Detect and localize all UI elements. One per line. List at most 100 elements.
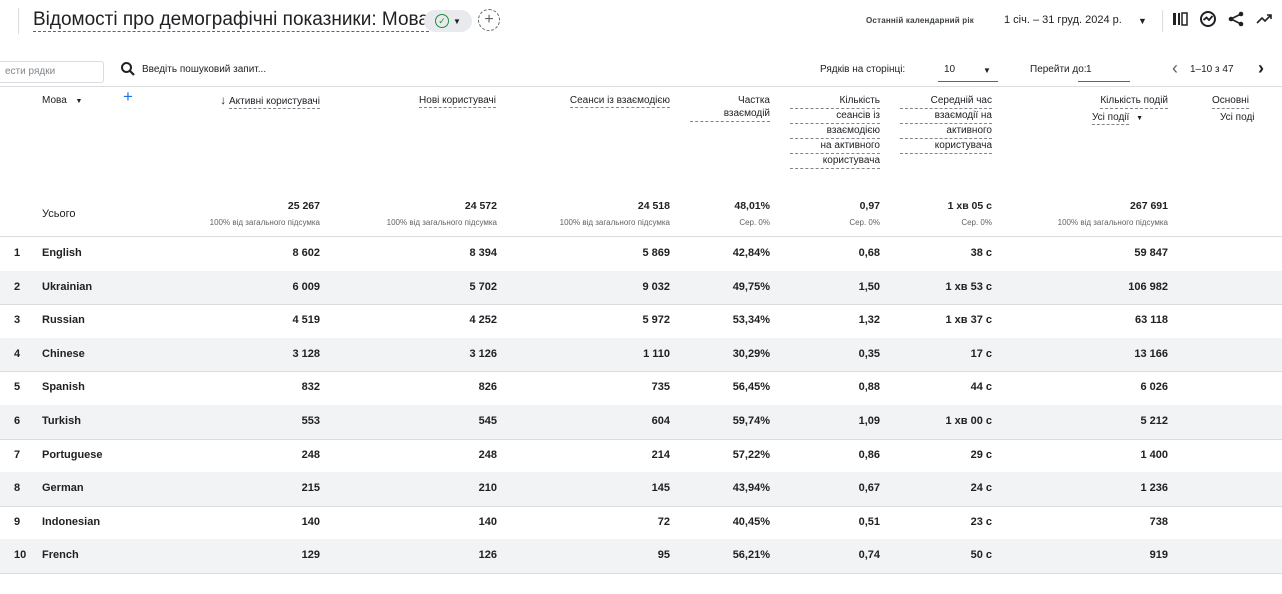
row-cell: 5 972: [642, 314, 670, 327]
row-cell: 604: [651, 415, 670, 427]
row-cell: 248: [478, 448, 497, 461]
row-language: Chinese: [42, 347, 85, 360]
caret-down-icon: ▼: [75, 98, 83, 105]
rows-per-page-underline: [938, 81, 998, 82]
table-row[interactable]: 2 Ukrainian 6 009 5 702 9 032 49,75% 1,50 1 хв …: [0, 270, 1282, 305]
row-cell: 43,94%: [732, 482, 770, 495]
caret-down-icon: ▼: [1136, 115, 1143, 122]
column-header-avg-engagement-time[interactable]: Середній час взаємодії на активного кори…: [900, 94, 992, 154]
row-cell: 140: [478, 515, 497, 528]
report-header: Відомості про демографічні показники: Мо…: [0, 0, 1282, 44]
row-language: French: [42, 549, 79, 562]
totals-subtext: Сер. 0%: [849, 218, 880, 227]
row-cell: 9 032: [642, 280, 670, 293]
check-circle-icon: ✓: [435, 14, 450, 28]
filter-rows-input[interactable]: ести рядки: [0, 61, 104, 83]
row-cell: 106 982: [1128, 280, 1168, 293]
row-cell: 1 хв 37 с: [945, 314, 992, 327]
row-cell: 826: [478, 381, 497, 394]
column-header-key-events[interactable]: Основні: [1212, 94, 1249, 109]
column-header-line: активного: [900, 124, 992, 139]
divider: [1162, 10, 1163, 32]
rows-per-page-label: Рядків на сторінці:: [820, 64, 906, 75]
dimension-header: Мова: [42, 95, 67, 106]
column-header-active-users[interactable]: ↓ Активні користувачі: [150, 94, 320, 109]
insights-icon[interactable]: [1198, 10, 1218, 32]
key-events-filter-label[interactable]: Усі поді: [1220, 112, 1255, 123]
totals-value: 0,97: [859, 200, 880, 212]
row-cell: 17 с: [970, 347, 992, 360]
row-cell: 63 118: [1134, 314, 1168, 327]
goto-label: Перейти до:: [1030, 64, 1087, 75]
row-cell: 23 с: [970, 515, 992, 528]
row-cell: 38 с: [970, 247, 992, 259]
column-header-engaged-sessions[interactable]: Сеанси із взаємодією: [510, 94, 670, 108]
table-row[interactable]: 10 French 129 126 95 56,21% 0,74 50 с 919: [0, 539, 1282, 573]
row-cell: 5 212: [1140, 415, 1168, 427]
totals-value: 1 хв 05 с: [947, 200, 992, 212]
column-header-new-users[interactable]: Нові користувачі: [340, 94, 496, 108]
column-header-line: Середній час: [900, 94, 992, 109]
row-cell: 6 026: [1140, 381, 1168, 394]
compare-icon[interactable]: [1170, 10, 1190, 32]
table-row[interactable]: 8 German 215 210 145 43,94% 0,67 24 с 1 236: [0, 472, 1282, 506]
row-cell: 1,50: [858, 280, 880, 293]
row-cell: 8 394: [469, 247, 497, 259]
column-header-label: Основні: [1212, 94, 1249, 109]
row-language: Russian: [42, 314, 85, 327]
add-circle-icon[interactable]: +: [478, 9, 500, 31]
row-index: 8: [14, 482, 21, 495]
table-row[interactable]: 1 English 8 602 8 394 5 869 42,84% 0,68 38 с 59 …: [0, 237, 1282, 271]
row-cell: 0,86: [858, 448, 880, 461]
row-index: 10: [14, 549, 27, 562]
row-index: 1: [14, 247, 21, 259]
row-cell: 56,45%: [732, 381, 770, 394]
row-cell: 44 с: [970, 381, 992, 394]
plus-icon[interactable]: +: [123, 88, 133, 105]
share-icon[interactable]: [1226, 10, 1246, 32]
table-row[interactable]: 9 Indonesian 140 140 72 40,45% 0,51 23 с 738: [0, 506, 1282, 540]
table-row[interactable]: 7 Portuguese 248 248 214 57,22% 0,86 29 с 1 400: [0, 439, 1282, 473]
row-index: 3: [14, 314, 21, 327]
search-input[interactable]: Введіть пошуковий запит...: [142, 64, 266, 75]
row-cell: 738: [1149, 515, 1168, 528]
dimension-selector[interactable]: Мова ▼: [42, 94, 82, 108]
column-header-engagement-rate[interactable]: Частка взаємодій: [690, 94, 770, 122]
table-row[interactable]: 6 Turkish 553 545 604 59,74% 1,09 1 хв 00 с 5 21…: [0, 405, 1282, 439]
goto-input[interactable]: 1: [1086, 64, 1092, 75]
row-cell: 248: [301, 448, 320, 461]
row-cell: 553: [301, 415, 320, 427]
table-row[interactable]: 4 Chinese 3 128 3 126 1 110 30,29% 0,35 17 с 13 …: [0, 337, 1282, 372]
column-header-line: Частка: [738, 95, 770, 106]
event-filter-selector[interactable]: Усі події ▼: [1092, 112, 1143, 125]
row-cell: 0,35: [858, 347, 880, 360]
date-range-value[interactable]: 1 січ. – 31 груд. 2024 р.: [1004, 14, 1122, 26]
row-cell: 49,75%: [732, 280, 770, 293]
date-range-caret-icon[interactable]: ▼: [1138, 16, 1147, 26]
event-filter-label: Усі події: [1092, 112, 1130, 125]
status-chip[interactable]: ✓ ▼: [424, 10, 472, 32]
totals-subtext: 100% від загального підсумка: [559, 218, 670, 227]
chevron-left-icon[interactable]: ‹: [1172, 58, 1178, 79]
rows-per-page-caret-icon[interactable]: ▼: [983, 66, 991, 75]
column-header-event-count[interactable]: Кількість подій: [1020, 94, 1168, 109]
row-cell: 24 с: [970, 482, 992, 495]
row-index: 9: [14, 515, 21, 528]
rows-per-page-value[interactable]: 10: [944, 64, 955, 75]
chevron-right-icon[interactable]: ›: [1258, 58, 1264, 79]
row-cell: 72: [657, 515, 670, 528]
trend-icon[interactable]: [1254, 10, 1274, 32]
column-header-sessions-per-user[interactable]: Кількість сеансів із взаємодією на актив…: [790, 94, 880, 169]
search-icon: [120, 61, 136, 77]
totals-value: 267 691: [1130, 200, 1168, 212]
table-row[interactable]: 5 Spanish 832 826 735 56,45% 0,88 44 с 6 026: [0, 371, 1282, 405]
divider: [0, 86, 1282, 87]
table-row[interactable]: 3 Russian 4 519 4 252 5 972 53,34% 1,32 1 хв 37…: [0, 304, 1282, 338]
column-header-line: взаємодії на: [900, 109, 992, 124]
row-cell: 8 602: [292, 247, 320, 259]
row-cell: 40,45%: [732, 515, 770, 528]
row-cell: 0,74: [858, 549, 880, 562]
row-cell: 1 хв 53 с: [945, 280, 992, 293]
row-cell: 5 702: [469, 280, 497, 293]
goto-underline: [1078, 81, 1130, 82]
